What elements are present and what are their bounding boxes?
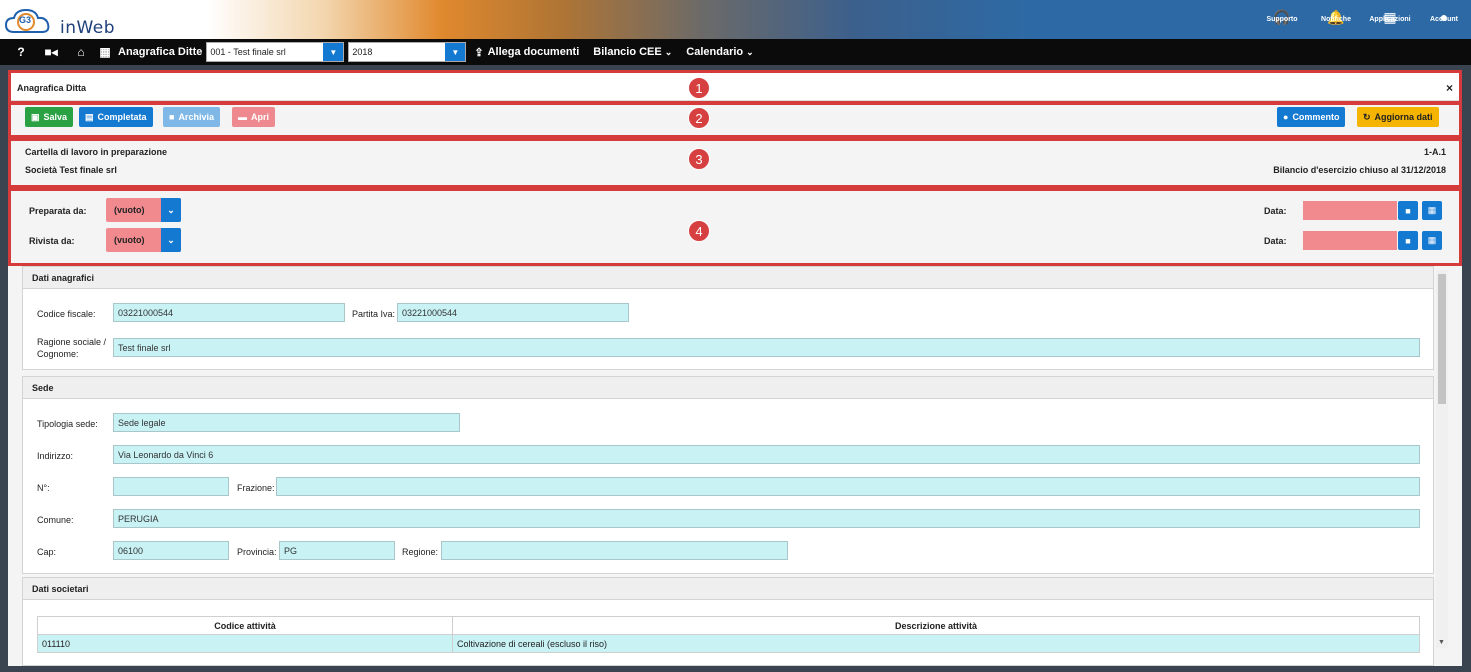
video-icon[interactable]: ■◂ — [36, 45, 66, 59]
section-title: Sede — [23, 377, 1433, 399]
chevron-down-icon: ⌄ — [746, 46, 754, 57]
top-bar: G3 inWeb 🎧 Supporto 🔔 Notifiche ▦ Applic… — [0, 0, 1471, 39]
logo-mark: G3 — [19, 15, 32, 25]
caret-down-icon[interactable]: ▼ — [323, 43, 344, 61]
nav-bar: ? ■◂ ⌂ ▦ Anagrafica Ditte 001 - Test fin… — [0, 39, 1471, 65]
partita-iva-label: Partita Iva: — [352, 309, 396, 319]
support-label: Supporto — [1266, 16, 1298, 23]
table-header-row: Codice attività Descrizione attività — [37, 616, 1420, 635]
help-icon[interactable]: ? — [6, 45, 36, 59]
table-cell: Coltivazione di cereali (escluso il riso… — [452, 634, 1420, 653]
comune-field[interactable]: PERUGIA — [113, 509, 1420, 528]
table-cell: 011110 — [37, 634, 453, 653]
logo[interactable]: G3 inWeb — [4, 4, 124, 38]
chevron-down-icon: ⌄ — [664, 46, 673, 57]
support-button[interactable]: 🎧 Supporto — [1255, 0, 1309, 39]
dati-societari-section: Dati societari Codice attività Descrizio… — [22, 577, 1434, 666]
year-select[interactable]: 2018 ▼ — [348, 42, 467, 62]
content-area: Anagrafica Ditta × ▣ Salva ▤ Completata ■ A… — [8, 70, 1462, 666]
regione-field[interactable] — [441, 541, 788, 560]
notifications-button[interactable]: 🔔 Notifiche — [1309, 0, 1363, 39]
building-icon: ▦ — [99, 45, 111, 59]
frazione-field[interactable] — [276, 477, 1420, 496]
top-icon-group: 🎧 Supporto 🔔 Notifiche ▦ Applicazioni ● … — [1255, 0, 1471, 39]
column-header: Codice attività — [37, 616, 453, 635]
annotation-badge-4: 4 — [688, 220, 710, 242]
cap-field[interactable]: 06100 — [113, 541, 229, 560]
company-select-value: 001 - Test finale srl — [210, 47, 286, 57]
frazione-label: Frazione: — [237, 483, 275, 493]
allega-label: Allega documenti — [487, 46, 580, 58]
section-title: Dati anagrafici — [23, 267, 1433, 289]
scrollbar-thumb[interactable] — [1438, 274, 1446, 404]
regione-label: Regione: — [402, 547, 439, 557]
home-icon[interactable]: ⌂ — [66, 45, 96, 59]
logo-text: inWeb — [60, 18, 116, 38]
comune-label: Comune: — [37, 515, 74, 525]
ragione-sociale-field[interactable]: Test finale srl — [113, 338, 1420, 357]
tipologia-sede-field[interactable]: Sede legale — [113, 413, 460, 432]
notifications-label: Notifiche — [1321, 16, 1351, 23]
upload-icon: ⇪ — [474, 46, 484, 59]
caret-down-icon[interactable]: ▼ — [445, 43, 466, 61]
account-button[interactable]: ● Account — [1417, 0, 1471, 39]
year-select-value: 2018 — [352, 47, 373, 57]
annotation-badge-2: 2 — [688, 107, 710, 129]
cap-label: Cap: — [37, 547, 57, 557]
codice-fiscale-field[interactable]: 03221000544 — [113, 303, 345, 322]
applications-label: Applicazioni — [1369, 16, 1411, 23]
company-select[interactable]: 001 - Test finale srl ▼ — [206, 42, 345, 62]
annotation-frame-1 — [8, 70, 1462, 104]
anagrafica-ditte-label: Anagrafica Ditte — [118, 46, 203, 58]
cognome-label: Cognome: — [37, 349, 79, 359]
annotation-badge-3: 3 — [688, 148, 710, 170]
allega-documenti-link[interactable]: ⇪ Allega documenti — [474, 46, 579, 59]
scroll-down-icon[interactable]: ▼ — [1438, 639, 1445, 646]
account-label: Account — [1430, 16, 1458, 23]
indirizzo-label: Indirizzo: — [37, 451, 74, 461]
annotation-frame-3 — [8, 138, 1462, 188]
partita-iva-field[interactable]: 03221000544 — [397, 303, 629, 322]
scrollbar[interactable]: ▼ — [1436, 270, 1448, 648]
dati-anagrafici-section: Dati anagrafici Codice fiscale: 03221000… — [22, 266, 1434, 370]
bilancio-label: Bilancio CEE — [593, 46, 662, 58]
annotation-badge-1: 1 — [688, 77, 710, 99]
tipologia-sede-label: Tipologia sede: — [37, 419, 98, 429]
ragione-sociale-label: Ragione sociale / — [37, 337, 107, 347]
bilancio-cee-menu[interactable]: Bilancio CEE ⌄ — [593, 46, 672, 58]
attivita-table: Codice attività Descrizione attività 011… — [37, 616, 1420, 653]
numero-field[interactable] — [113, 477, 229, 496]
sede-section: Sede Tipologia sede: Sede legale Indiriz… — [22, 376, 1434, 574]
indirizzo-field[interactable]: Via Leonardo da Vinci 6 — [113, 445, 1420, 464]
provincia-field[interactable]: PG — [279, 541, 395, 560]
table-row[interactable]: 011110 Coltivazione di cereali (escluso … — [37, 634, 1420, 653]
calendario-label: Calendario — [686, 46, 744, 58]
applications-button[interactable]: ▦ Applicazioni — [1363, 0, 1417, 39]
column-header: Descrizione attività — [452, 616, 1420, 635]
calendario-menu[interactable]: Calendario ⌄ — [686, 46, 753, 58]
numero-label: N°: — [37, 483, 50, 493]
annotation-frame-4 — [8, 188, 1462, 266]
annotation-frame-2 — [8, 102, 1462, 138]
provincia-label: Provincia: — [237, 547, 277, 557]
codice-fiscale-label: Codice fiscale: — [37, 309, 96, 319]
section-title: Dati societari — [23, 578, 1433, 600]
cloud-logo-icon — [4, 8, 50, 33]
